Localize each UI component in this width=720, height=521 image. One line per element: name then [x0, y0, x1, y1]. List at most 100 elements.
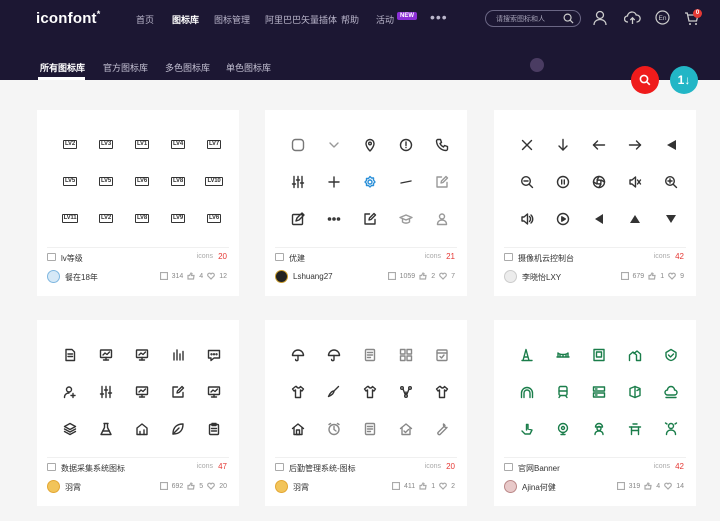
nav-icon-library[interactable]: 图标库 [172, 13, 199, 26]
library-title[interactable]: 后勤管理系统-图标 [289, 463, 356, 474]
heart-icon[interactable] [439, 272, 447, 280]
tab-single-color-libraries[interactable]: 单色图标库 [226, 61, 271, 74]
table-icon [628, 422, 642, 436]
document-icon [363, 348, 377, 362]
thumbs-up-icon[interactable] [187, 272, 195, 280]
site-logo[interactable]: iconfont* [36, 9, 100, 27]
author-name[interactable]: 羽霄 [293, 482, 309, 493]
icon-count: 42 [675, 252, 684, 261]
avatar[interactable] [47, 480, 60, 493]
library-stats: 411 1 2 [392, 482, 455, 490]
shield-check-icon [664, 348, 678, 362]
bar-chart-icon [171, 348, 185, 362]
icon-library-card[interactable]: 后勤管理系统-图标 icons 20 羽霄 411 1 2 [265, 320, 467, 506]
avatar[interactable] [504, 270, 517, 283]
icon-library-card[interactable]: LV2 LV3 LV1 LV4 LV7 LV5 LV5 LV6 LV8 LV10… [37, 110, 239, 296]
nav-alibaba-font[interactable]: 阿里巴巴矢量插体 [265, 13, 337, 26]
layers-icon [63, 422, 77, 436]
library-icon [504, 253, 513, 261]
person-icon [435, 212, 449, 226]
lv5-icon: LV5 [99, 177, 113, 186]
search-fab-button[interactable] [631, 66, 659, 94]
library-title[interactable]: 摄像机云控制台 [518, 253, 574, 264]
icons-label: icons [653, 253, 670, 260]
downloads-count: 692 [171, 482, 184, 490]
info-icon [399, 138, 413, 152]
alarm-clock-icon [327, 422, 341, 436]
search-input[interactable] [496, 13, 558, 25]
shirt-icon [291, 385, 305, 399]
user-icon[interactable] [593, 10, 607, 26]
library-meta: 官网Banner icons 42 [504, 462, 686, 474]
heart-icon[interactable] [207, 272, 216, 280]
nav-home[interactable]: 首页 [136, 13, 154, 26]
avatar[interactable] [275, 270, 288, 283]
tab-multicolor-libraries[interactable]: 多色图标库 [165, 61, 210, 74]
library-title[interactable]: 官网Banner [518, 463, 560, 474]
download-icon [159, 482, 168, 490]
houses-icon [628, 348, 642, 362]
sort-fab-button[interactable]: 1↓ [670, 66, 698, 94]
sliders-icon [99, 385, 113, 399]
edit-box-icon [363, 212, 377, 226]
thumbs-up-icon[interactable] [648, 272, 656, 280]
author-name[interactable]: 李晓怡LXY [522, 272, 561, 283]
cart-count-badge: 0 [693, 9, 702, 18]
icon-count: 20 [446, 462, 455, 471]
radar-icon [556, 422, 570, 436]
avatar[interactable] [47, 270, 60, 283]
nav-activity[interactable]: 活动 [376, 13, 394, 26]
author-name[interactable]: 羽霄 [65, 482, 81, 493]
downloads-count: 319 [628, 482, 641, 490]
icon-library-card[interactable]: 摄像机云控制台 icons 42 李晓怡LXY 679 1 9 [494, 110, 696, 296]
dash-icon [399, 175, 413, 189]
heart-icon[interactable] [664, 482, 673, 490]
library-title[interactable]: 优建 [289, 253, 305, 264]
search-icon[interactable] [563, 13, 574, 24]
author-name[interactable]: 餐在18年 [65, 272, 98, 283]
volume-icon [520, 212, 534, 226]
divider [47, 247, 229, 248]
author-name[interactable]: Ajina何健 [522, 482, 556, 493]
document-arrow-icon [63, 348, 77, 362]
icons-label: icons [196, 463, 213, 470]
decor-dot [530, 58, 544, 72]
heart-icon[interactable] [668, 272, 676, 280]
new-badge: NEW [397, 12, 417, 20]
icon-library-card[interactable]: 数据采集系统图标 icons 47 羽霄 692 5 20 [37, 320, 239, 506]
icon-library-card[interactable]: 优建 icons 21 Lshuang27 1059 2 7 [265, 110, 467, 296]
thumbs-up-icon[interactable] [644, 482, 652, 490]
library-title[interactable]: lv等级 [61, 253, 83, 264]
author-name[interactable]: Lshuang27 [293, 272, 333, 281]
nav-more-button[interactable]: ••• [430, 9, 448, 25]
icon-library-card[interactable]: 官网Banner icons 42 Ajina何健 319 4 14 [494, 320, 696, 506]
triangle-up-icon [628, 212, 642, 226]
monitor-search-icon [99, 348, 113, 362]
technician-icon [664, 422, 678, 436]
thumbs-up-icon[interactable] [419, 272, 427, 280]
share-icon [399, 385, 413, 399]
heart-icon[interactable] [207, 482, 216, 490]
lv6-icon: LV6 [207, 214, 221, 223]
library-meta: 优建 icons 21 [275, 252, 457, 264]
triangle-down-icon [664, 212, 678, 226]
nav-icon-manage[interactable]: 图标管理 [214, 13, 250, 26]
tab-all-libraries[interactable]: 所有图标库 [40, 61, 85, 74]
thumbs-up-icon[interactable] [419, 482, 427, 490]
tab-official-libraries[interactable]: 官方图标库 [103, 61, 148, 74]
thumbs-up-icon[interactable] [187, 482, 195, 490]
icons-label: icons [653, 463, 670, 470]
nav-help[interactable]: 帮助 [341, 13, 359, 26]
language-icon[interactable]: En [655, 10, 670, 25]
library-title[interactable]: 数据采集系统图标 [61, 463, 125, 474]
favorites-count: 2 [451, 482, 455, 490]
heart-icon[interactable] [439, 482, 447, 490]
upload-icon[interactable] [624, 10, 641, 26]
library-icon [47, 463, 56, 471]
avatar[interactable] [504, 480, 517, 493]
avatar[interactable] [275, 480, 288, 493]
library-meta: 摄像机云控制台 icons 42 [504, 252, 686, 264]
box-icon [592, 348, 606, 362]
lv2-icon: LV2 [99, 214, 113, 223]
library-footer: 羽霄 692 5 20 [47, 480, 229, 494]
